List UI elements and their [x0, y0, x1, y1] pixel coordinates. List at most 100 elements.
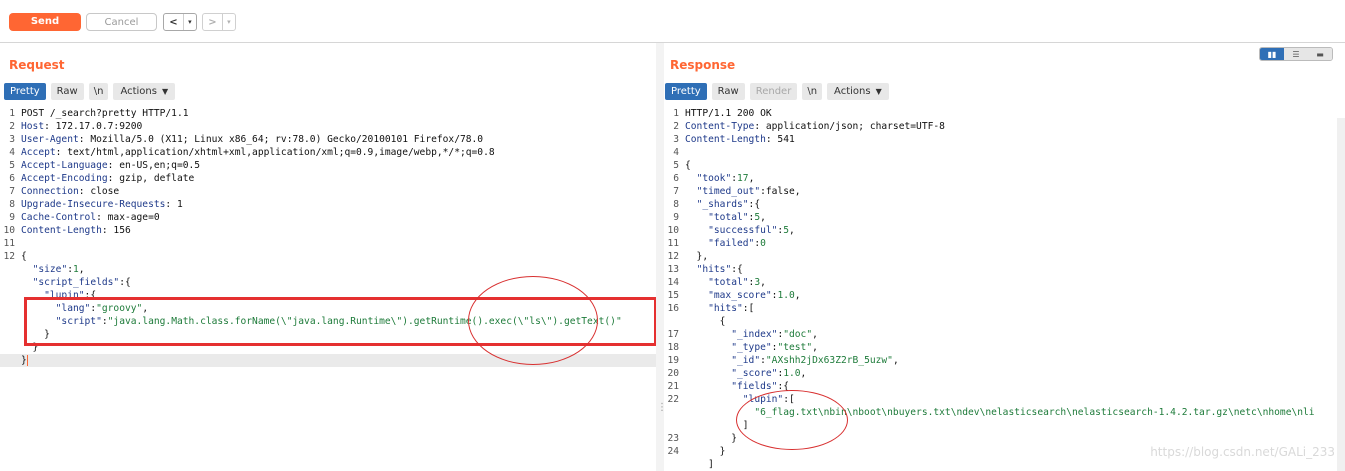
code-line[interactable]: 16 "hits":[ [664, 302, 1335, 315]
history-forward-group[interactable]: > ▾ [202, 13, 236, 31]
code-line[interactable]: 18 "_type":"test", [664, 341, 1335, 354]
code-line[interactable]: 1 POST /_search?pretty HTTP/1.1 [0, 107, 656, 120]
code-token: Upgrade-Insecure-Requests [21, 199, 166, 210]
line-number: 20 [667, 368, 679, 379]
code-line[interactable]: 5{ [664, 159, 1335, 172]
code-token: } [685, 433, 737, 444]
tab-newline[interactable]: \n [88, 83, 109, 100]
tab-raw[interactable]: Raw [50, 83, 84, 100]
code-line[interactable]: 8 "_shards":{ [664, 198, 1335, 211]
code-line[interactable]: "size":1, [0, 263, 656, 276]
code-line[interactable]: 21 "fields":{ [664, 380, 1335, 393]
code-token: "_type" [731, 342, 772, 353]
code-line[interactable]: 3 User-Agent: Mozilla/5.0 (X11; Linux x86… [0, 133, 656, 146]
code-line[interactable]: 4 [664, 146, 1335, 159]
code-token: "timed_out" [696, 186, 761, 197]
split-vertical-icon[interactable]: ☰ [1284, 48, 1308, 60]
code-token: 0 [760, 238, 766, 249]
line-number: 10 [3, 225, 15, 236]
code-line[interactable]: 1 HTTP/1.1 200 OK [664, 107, 1335, 120]
line-number: 3 [9, 134, 15, 145]
cancel-button[interactable]: Cancel [86, 13, 157, 31]
tab-pretty[interactable]: Pretty [665, 83, 707, 100]
code-line[interactable]: 10 "successful":5, [664, 224, 1335, 237]
tab-pretty[interactable]: Pretty [4, 83, 46, 100]
code-line[interactable]: 6 Accept-Encoding: gzip, deflate [0, 172, 656, 185]
actions-label: Actions [834, 86, 871, 97]
send-button[interactable]: Send [9, 13, 81, 31]
watermark: https://blog.csdn.net/GALi_233 [1150, 445, 1335, 459]
actions-menu-button[interactable]: Actions ▼ [827, 83, 889, 100]
response-title: Response [670, 58, 736, 72]
line-number: 8 [9, 199, 15, 210]
code-line[interactable]: 19 "_id":"AXshh2jDx63Z2rB_5uzw", [664, 354, 1335, 367]
code-line[interactable]: 5 Accept-Language: en-US,en;q=0.5 [0, 159, 656, 172]
code-line[interactable]: ] [664, 458, 1335, 471]
highlight-circle [468, 276, 598, 365]
code-line[interactable]: 3 Content-Length: 541 [664, 133, 1335, 146]
code-token: "_shards" [696, 199, 749, 210]
line-number: 7 [673, 186, 679, 197]
tab-raw[interactable]: Raw [711, 83, 745, 100]
code-line[interactable]: 15 "max_score":1.0, [664, 289, 1335, 302]
tab-render[interactable]: Render [749, 83, 798, 100]
history-back-group[interactable]: < ▾ [163, 13, 197, 31]
code-line[interactable]: 6 "took":17, [664, 172, 1335, 185]
code-token: , [812, 342, 818, 353]
code-token: : en-US,en;q=0.5 [107, 160, 201, 171]
code-line[interactable]: { [664, 315, 1335, 328]
tab-newline[interactable]: \n [802, 83, 823, 100]
line-number: 9 [673, 212, 679, 223]
split-horizontal-icon[interactable]: ▮▮ [1260, 48, 1284, 60]
line-number: 15 [667, 290, 679, 301]
code-line[interactable]: 8 Upgrade-Insecure-Requests: 1 [0, 198, 656, 211]
code-line[interactable]: 12 { [0, 250, 656, 263]
code-token: ] [685, 459, 714, 470]
line-number: 1 [673, 108, 679, 119]
code-line[interactable]: 12 }, [664, 250, 1335, 263]
response-scrollbar[interactable] [1337, 118, 1345, 471]
code-line[interactable]: 4 Accept: text/html,application/xhtml+xml… [0, 146, 656, 159]
code-line[interactable]: 10 Content-Length: 156 [0, 224, 656, 237]
code-line[interactable]: 11 [0, 237, 656, 250]
code-token: :false, [760, 186, 801, 197]
code-token: "_score" [731, 368, 778, 379]
code-line[interactable]: 17 "_index":"doc", [664, 328, 1335, 341]
code-line[interactable]: 13 "hits":{ [664, 263, 1335, 276]
actions-menu-button[interactable]: Actions ▼ [113, 83, 176, 100]
back-dropdown-icon[interactable]: ▾ [184, 14, 196, 30]
request-tabs: Pretty Raw \n Actions ▼ [4, 83, 176, 100]
line-number: 13 [667, 264, 679, 275]
code-line[interactable]: 7 "timed_out":false, [664, 185, 1335, 198]
code-line[interactable]: 14 "total":3, [664, 276, 1335, 289]
back-button[interactable]: < [164, 14, 184, 30]
code-line[interactable]: 11 "failed":0 [664, 237, 1335, 250]
forward-button[interactable]: > [203, 14, 223, 30]
single-pane-icon[interactable]: ▬ [1308, 48, 1332, 60]
code-line[interactable]: 20 "_score":1.0, [664, 367, 1335, 380]
code-line[interactable]: 2 Content-Type: application/json; charset… [664, 120, 1335, 133]
forward-dropdown-icon[interactable]: ▾ [223, 14, 235, 30]
code-line[interactable]: 9 "total":5, [664, 211, 1335, 224]
code-line[interactable]: 7 Connection: close [0, 185, 656, 198]
code-token: , [812, 329, 818, 340]
line-number: 5 [673, 160, 679, 171]
code-token: : 1 [165, 199, 183, 210]
pane-divider[interactable]: ⋮ [656, 43, 667, 471]
layout-toggle[interactable]: ▮▮ ☰ ▬ [1259, 47, 1333, 61]
line-number: 19 [667, 355, 679, 366]
text-caret [26, 354, 28, 366]
code-line[interactable]: 2 Host: 172.17.0.7:9200 [0, 120, 656, 133]
code-token: :{ [119, 277, 131, 288]
code-token: "size" [32, 264, 68, 275]
code-line[interactable]: 9 Cache-Control: max-age=0 [0, 211, 656, 224]
line-number: 12 [667, 251, 679, 262]
